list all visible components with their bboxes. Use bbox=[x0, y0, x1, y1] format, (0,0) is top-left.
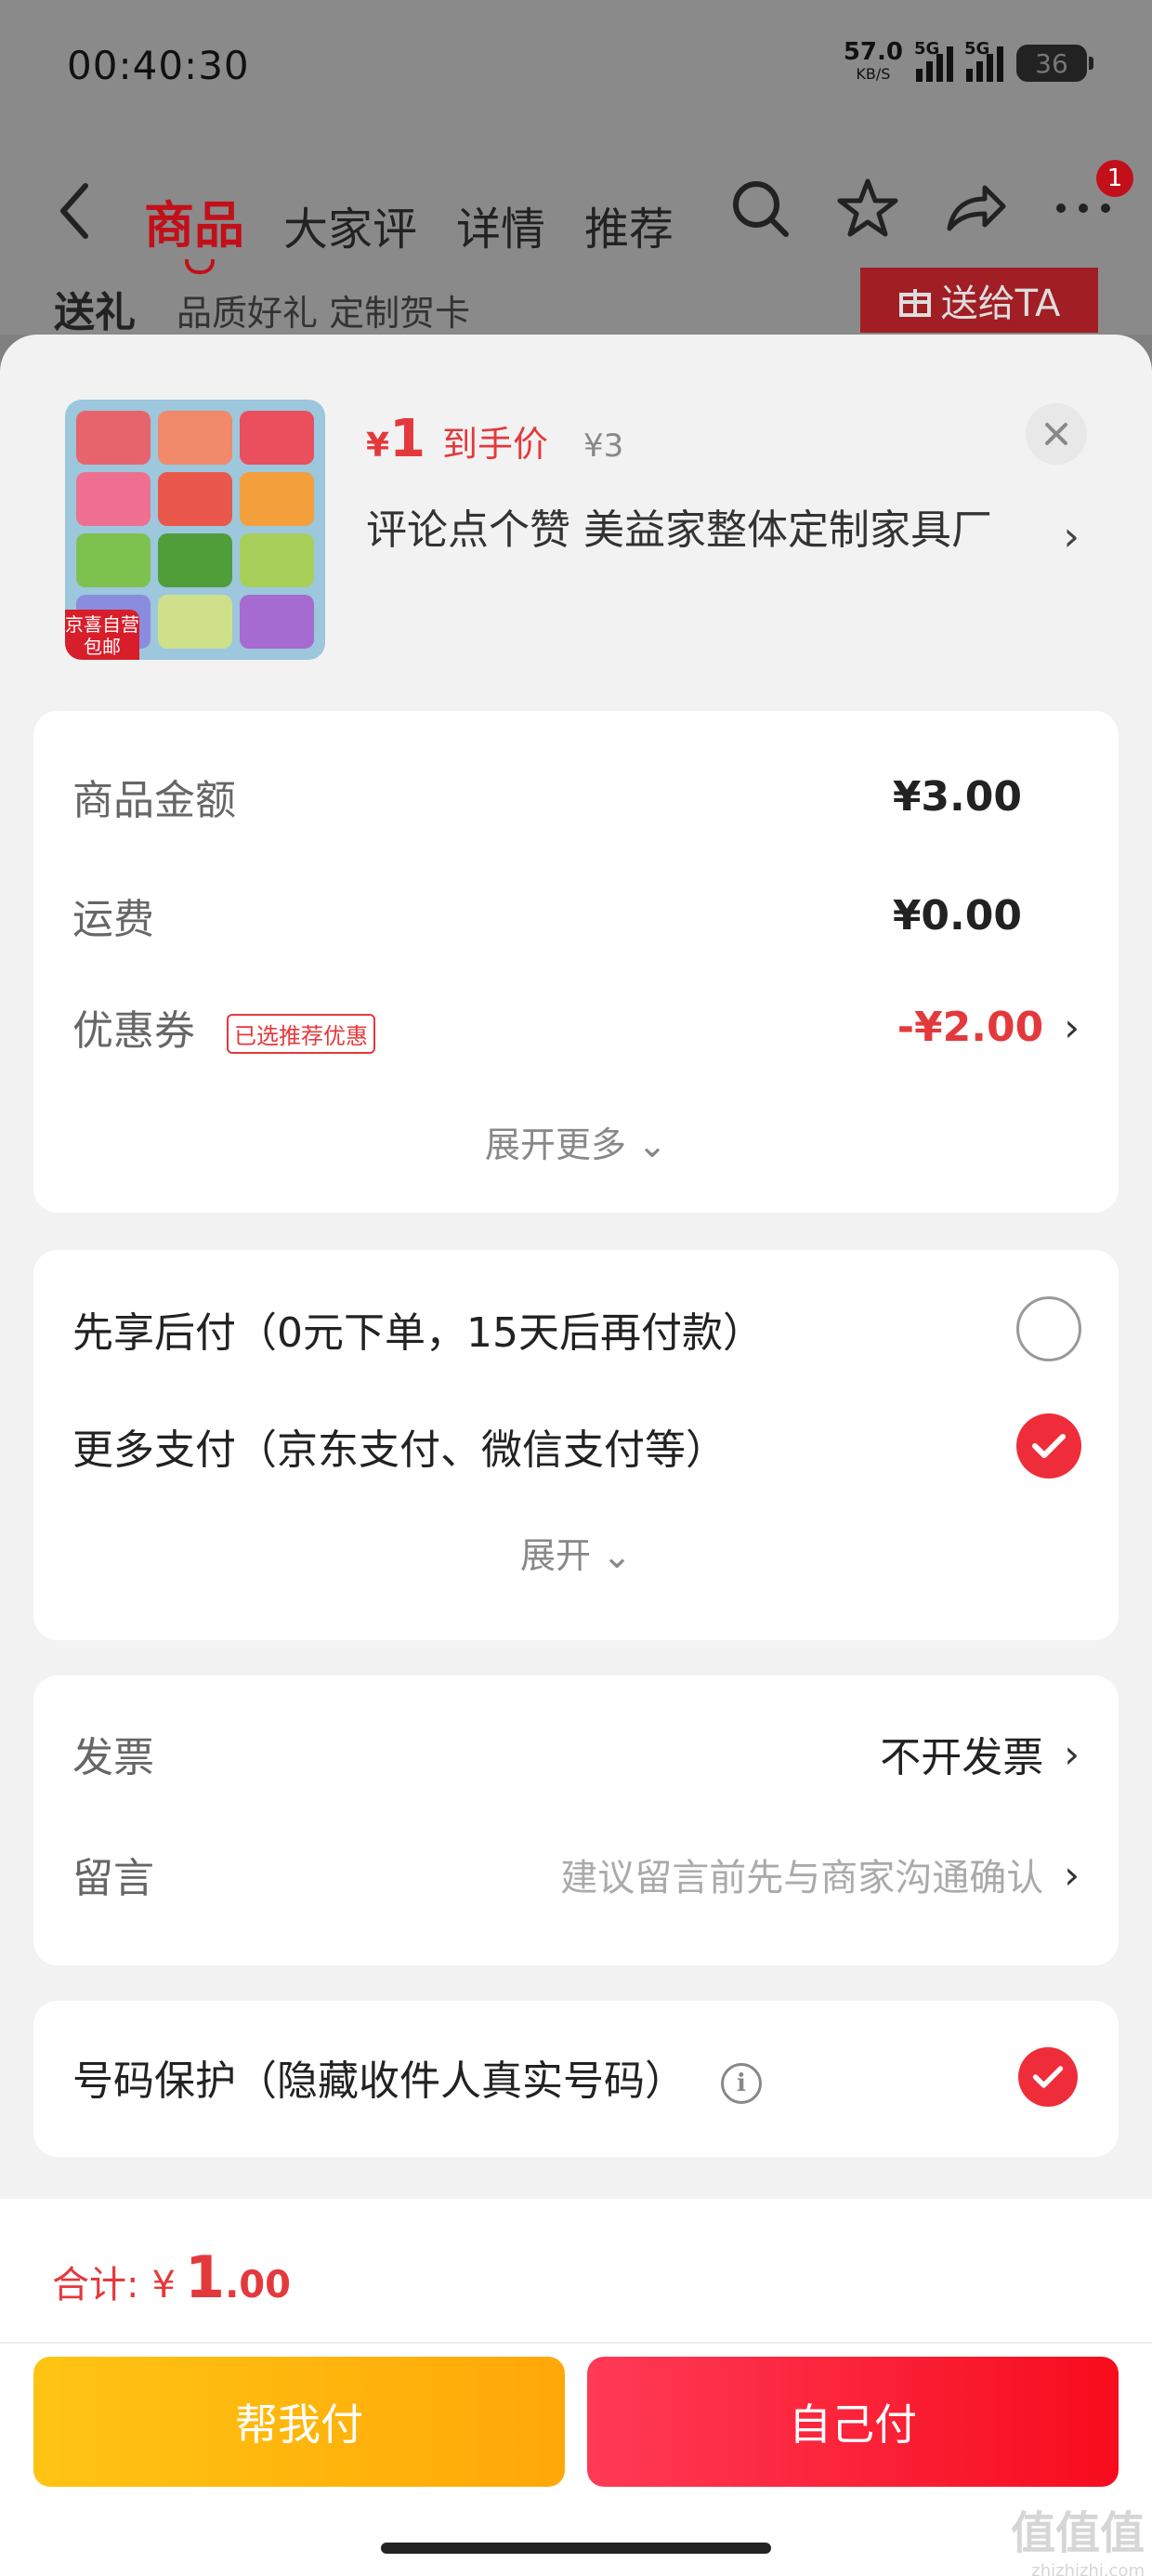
self-pay-button[interactable]: 自己付 bbox=[587, 2357, 1119, 2487]
expand-payment-button[interactable]: 展开 ⌄ bbox=[33, 1527, 1119, 1578]
share-icon bbox=[947, 185, 1006, 231]
product-summary: 京喜自营 包邮 ¥1 到手价 ¥3 评论点个赞 美益家整体定制家具厂 › bbox=[0, 335, 1152, 688]
tab-details[interactable]: 详情 bbox=[456, 192, 545, 257]
radio-checked[interactable] bbox=[1016, 1413, 1081, 1479]
signal-icon: 5G bbox=[964, 39, 1003, 82]
payment-option-bnpl[interactable]: 先享后付（0元下单，15天后再付款） bbox=[72, 1296, 1081, 1361]
privacy-card: 号码保护（隐藏收件人真实号码） i bbox=[33, 2001, 1119, 2157]
free-shipping-badge: 京喜自营 包邮 bbox=[65, 610, 139, 660]
total-amount: 合计: ¥ 1 .00 bbox=[52, 2243, 291, 2311]
coupon-tag: 已选推荐优惠 bbox=[227, 1013, 375, 1054]
shipping-row: 运费 ¥0.00 bbox=[72, 891, 1022, 944]
gift-subtitle: 品质好礼 定制贺卡 bbox=[177, 293, 471, 334]
more-icon bbox=[1056, 204, 1110, 213]
payment-card: 先享后付（0元下单，15天后再付款） 更多支付（京东支付、微信支付等） 展开 ⌄ bbox=[33, 1250, 1119, 1640]
original-price: ¥3 bbox=[583, 427, 624, 465]
tab-recommend[interactable]: 推荐 bbox=[584, 192, 674, 257]
coupon-value: -¥2.00 bbox=[897, 1003, 1044, 1051]
more-button[interactable]: 1 bbox=[1052, 160, 1133, 240]
tab-reviews[interactable]: 大家评 bbox=[283, 192, 417, 257]
checkout-footer: 合计: ¥ 1 .00 帮我付 自己付 值值值 zhizhizhi.com bbox=[0, 2199, 1152, 2576]
invoice-value: 不开发票 bbox=[880, 1734, 1044, 1781]
goods-amount-row: 商品金额 ¥3.00 bbox=[72, 772, 1022, 825]
chevron-right-icon: › bbox=[1064, 1851, 1080, 1898]
chevron-right-icon: › bbox=[1064, 1004, 1080, 1050]
chevron-down-icon: ⌄ bbox=[637, 1124, 667, 1165]
final-price: ¥1 bbox=[366, 409, 426, 469]
background-content: 送礼 品质好礼 定制贺卡 送给TA bbox=[0, 268, 1152, 336]
check-icon bbox=[1032, 2066, 1064, 2088]
expand-more-button[interactable]: 展开更多 ⌄ bbox=[33, 1116, 1119, 1167]
message-row[interactable]: 留言 建议留言前先与商家沟通确认 › bbox=[72, 1845, 1080, 1904]
search-button[interactable] bbox=[728, 177, 792, 240]
help-pay-button[interactable]: 帮我付 bbox=[33, 2357, 565, 2487]
gift-title: 送礼 bbox=[54, 289, 136, 336]
status-bar: 00:40:30 57.0 KB/S 5G 5G 36 bbox=[0, 0, 1152, 139]
final-price-label: 到手价 bbox=[442, 424, 549, 465]
checkbox-checked[interactable] bbox=[1018, 2047, 1078, 2107]
star-icon bbox=[837, 178, 898, 237]
payment-option-more[interactable]: 更多支付（京东支付、微信支付等） bbox=[72, 1413, 1081, 1479]
cost-card: 商品金额 ¥3.00 运费 ¥0.00 优惠券 已选推荐优惠 -¥2.00 › … bbox=[33, 711, 1119, 1213]
share-button[interactable] bbox=[944, 177, 1007, 240]
back-button[interactable] bbox=[56, 178, 93, 257]
close-icon bbox=[1045, 423, 1067, 445]
product-title[interactable]: 评论点个赞 美益家整体定制家具厂 bbox=[366, 502, 1035, 559]
watermark: 值值值 zhizhizhi.com bbox=[1010, 2507, 1145, 2576]
favorite-button[interactable] bbox=[836, 177, 899, 240]
invoice-row[interactable]: 发票 不开发票 › bbox=[72, 1724, 1080, 1783]
radio-unchecked[interactable] bbox=[1016, 1296, 1081, 1361]
nav-actions: 1 bbox=[728, 160, 1133, 240]
network-speed: 57.0 KB/S bbox=[843, 38, 903, 83]
divider bbox=[0, 2342, 1152, 2344]
price-row: ¥1 到手价 ¥3 bbox=[366, 409, 623, 469]
close-button[interactable] bbox=[1026, 403, 1087, 465]
status-icons: 57.0 KB/S 5G 5G 36 bbox=[843, 38, 1093, 85]
chevron-right-icon[interactable]: › bbox=[1063, 513, 1080, 560]
background-page: 00:40:30 57.0 KB/S 5G 5G 36 商品 大家评 详情 推荐… bbox=[0, 0, 1152, 336]
battery-icon: 36 bbox=[1016, 45, 1093, 82]
clock: 00:40:30 bbox=[67, 43, 250, 88]
number-protection-row[interactable]: 号码保护（隐藏收件人真实号码） i bbox=[72, 2047, 1080, 2107]
signal-icon: 5G bbox=[914, 39, 953, 82]
info-icon[interactable]: i bbox=[721, 2063, 762, 2104]
chevron-right-icon: › bbox=[1064, 1730, 1080, 1777]
tab-product[interactable]: 商品 bbox=[144, 184, 244, 274]
search-icon bbox=[733, 181, 789, 237]
invoice-card: 发票 不开发票 › 留言 建议留言前先与商家沟通确认 › bbox=[33, 1676, 1119, 1965]
product-image[interactable]: 京喜自营 包邮 bbox=[65, 400, 325, 660]
nav-tabs: 商品 大家评 详情 推荐 bbox=[144, 184, 674, 274]
notification-badge: 1 bbox=[1096, 160, 1133, 197]
chevron-down-icon: ⌄ bbox=[602, 1535, 632, 1576]
home-indicator[interactable] bbox=[381, 2543, 771, 2554]
gift-icon bbox=[898, 289, 931, 317]
check-icon bbox=[1032, 1434, 1066, 1458]
message-placeholder: 建议留言前先与商家沟通确认 bbox=[560, 1857, 1044, 1899]
send-gift-button[interactable]: 送给TA bbox=[860, 268, 1098, 333]
chevron-left-icon bbox=[60, 183, 88, 239]
coupon-row[interactable]: 优惠券 已选推荐优惠 -¥2.00 › bbox=[72, 997, 1080, 1057]
top-nav: 商品 大家评 详情 推荐 1 bbox=[0, 158, 1152, 274]
